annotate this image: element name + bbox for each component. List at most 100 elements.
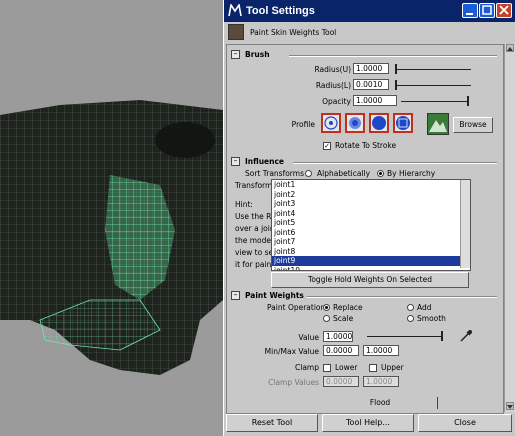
flood-button[interactable]: Flood: [323, 397, 437, 409]
window-title: Tool Settings: [246, 5, 315, 17]
panel-scrollbar[interactable]: [504, 44, 515, 412]
slider-handle[interactable]: [395, 80, 397, 90]
close-button[interactable]: Close: [418, 414, 512, 432]
square-brush-button[interactable]: [393, 113, 413, 133]
sort-transforms-label: Sort Transforms: [245, 169, 304, 178]
list-item[interactable]: joint4: [272, 209, 470, 219]
slider-handle[interactable]: [395, 64, 397, 74]
min-max-label: Min/Max Value: [264, 347, 319, 356]
image-brush-button[interactable]: [427, 113, 449, 135]
opacity-slider[interactable]: [401, 96, 469, 106]
scale-radio[interactable]: [323, 315, 330, 322]
clamp-max-field: 1.0000: [363, 376, 399, 387]
reset-tool-button[interactable]: Reset Tool: [226, 414, 318, 432]
smooth-radio[interactable]: [407, 315, 414, 322]
list-item[interactable]: joint8: [272, 247, 470, 257]
opacity-field[interactable]: 1.0000: [353, 95, 397, 106]
color-picker-icon[interactable]: [459, 329, 473, 343]
solid-brush-icon: [372, 116, 386, 130]
list-item[interactable]: joint5: [272, 218, 470, 228]
radius-upper-label: Radius(U): [314, 65, 352, 74]
divider: [289, 55, 497, 57]
divider: [307, 296, 497, 298]
solid-brush-button[interactable]: [369, 113, 389, 133]
sort-alphabetically-radio[interactable]: [305, 170, 312, 177]
sort-alphabetically-label: Alphabetically: [317, 169, 371, 178]
clamp-label: Clamp: [295, 363, 319, 372]
radius-lower-label: Radius(L): [315, 81, 351, 90]
value-field[interactable]: 1.0000: [323, 331, 353, 342]
clamp-values-label: Clamp Values: [268, 378, 319, 387]
collapse-icon[interactable]: –: [231, 291, 240, 300]
minimize-button[interactable]: [462, 3, 478, 18]
add-radio[interactable]: [407, 304, 414, 311]
sort-by-hierarchy-radio[interactable]: [377, 170, 384, 177]
image-brush-icon: [429, 120, 447, 132]
rotate-to-stroke-checkbox[interactable]: ✓: [323, 142, 331, 150]
min-value-field[interactable]: 0.0000: [323, 345, 359, 356]
hint-line: Hint:: [235, 200, 253, 209]
brush-section-header[interactable]: – Brush: [229, 50, 501, 60]
slider-handle[interactable]: [467, 96, 469, 106]
minimize-icon: [466, 13, 473, 15]
clamp-upper-label: Upper: [381, 363, 404, 372]
soft-brush-icon: [349, 117, 361, 129]
list-item-selected[interactable]: joint9: [272, 256, 470, 266]
smooth-label: Smooth: [417, 314, 446, 323]
radius-upper-slider[interactable]: [395, 64, 471, 74]
radius-lower-slider[interactable]: [395, 80, 471, 90]
transform-label: Transform: [235, 181, 273, 190]
list-item[interactable]: joint2: [272, 190, 470, 200]
settings-panel: – Brush Radius(U) 1.0000 Radius(L) 0.001…: [226, 44, 504, 414]
paint-skin-weights-icon: [228, 24, 244, 40]
browse-button[interactable]: Browse: [453, 117, 493, 133]
maximize-button[interactable]: [479, 3, 495, 18]
clamp-lower-checkbox[interactable]: [323, 364, 331, 372]
max-value-field[interactable]: 1.0000: [363, 345, 399, 356]
close-window-button[interactable]: [496, 3, 512, 18]
list-item[interactable]: joint7: [272, 237, 470, 247]
rotate-to-stroke-label: Rotate To Stroke: [335, 141, 397, 150]
divider: [437, 397, 438, 409]
clamp-upper-checkbox[interactable]: [369, 364, 377, 372]
transform-list[interactable]: joint1 joint2 joint3 joint4 joint5 joint…: [271, 179, 471, 271]
modeling-viewport[interactable]: [0, 0, 223, 436]
maximize-icon: [482, 5, 492, 15]
toggle-hold-weights-button[interactable]: Toggle Hold Weights On Selected: [271, 272, 469, 288]
collapse-icon[interactable]: –: [231, 50, 240, 59]
value-slider[interactable]: [367, 331, 443, 341]
wireframe-mesh: [0, 100, 223, 375]
scroll-up-arrow[interactable]: [506, 44, 514, 52]
chevron-down-icon: [507, 405, 513, 409]
list-item[interactable]: joint10: [272, 266, 470, 271]
value-label: Value: [298, 333, 319, 342]
collapse-icon[interactable]: –: [231, 157, 240, 166]
title-bar: Tool Settings: [224, 0, 515, 22]
scroll-down-arrow[interactable]: [506, 402, 514, 410]
soft-brush-button[interactable]: [345, 113, 365, 133]
radius-lower-field[interactable]: 0.0010: [353, 79, 389, 90]
add-label: Add: [417, 303, 432, 312]
scale-label: Scale: [333, 314, 354, 323]
paint-weights-section-header[interactable]: – Paint Weights: [229, 291, 501, 301]
section-title: Influence: [245, 157, 284, 166]
radius-upper-field[interactable]: 1.0000: [353, 63, 389, 74]
sort-by-hierarchy-label: By Hierarchy: [387, 169, 436, 178]
clamp-min-field: 0.0000: [323, 376, 359, 387]
profile-label: Profile: [291, 120, 315, 129]
list-item[interactable]: joint3: [272, 199, 470, 209]
gaussian-brush-button[interactable]: [321, 113, 341, 133]
opacity-label: Opacity: [322, 97, 351, 106]
list-item[interactable]: joint6: [272, 228, 470, 238]
replace-radio[interactable]: [323, 304, 330, 311]
divider: [293, 162, 497, 164]
square-brush-icon: [396, 116, 410, 130]
replace-label: Replace: [333, 303, 363, 312]
slider-handle[interactable]: [441, 331, 443, 341]
list-item[interactable]: joint1: [272, 180, 470, 190]
tool-help-button[interactable]: Tool Help...: [322, 414, 414, 432]
tool-settings-window: Tool Settings Paint Skin Weights Tool – …: [223, 0, 515, 436]
influence-section-header[interactable]: – Influence: [229, 157, 501, 167]
list-scrollbar[interactable]: [460, 180, 470, 268]
gaussian-brush-icon: [324, 116, 338, 130]
